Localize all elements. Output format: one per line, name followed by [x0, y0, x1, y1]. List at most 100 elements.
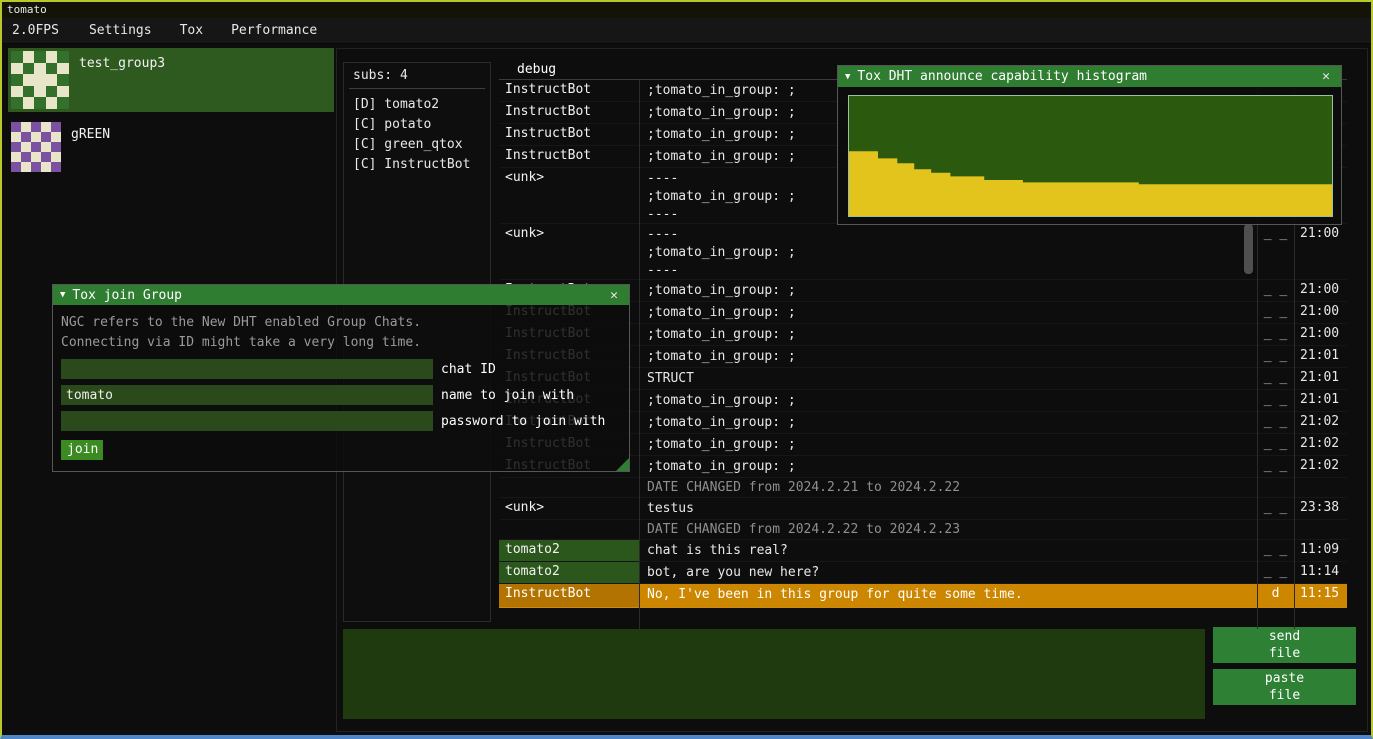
- paste-file-button[interactable]: paste file: [1213, 669, 1356, 705]
- join-field-row: name to join with: [61, 385, 621, 405]
- send-file-button[interactable]: send file: [1213, 627, 1356, 663]
- histogram-plot: [848, 95, 1333, 217]
- message-input[interactable]: [343, 629, 1205, 719]
- menu-item-tox[interactable]: Tox: [166, 18, 217, 43]
- histogram-window-titlebar[interactable]: ▼ Tox DHT announce capability histogram …: [838, 66, 1341, 87]
- delivery-flags: _ _: [1257, 368, 1294, 385]
- join-field-row: chat ID: [61, 359, 621, 379]
- window-title: tomato: [7, 3, 47, 16]
- sender-name: <unk>: [499, 168, 639, 223]
- field-label: name to join with: [441, 388, 574, 403]
- sender-name: InstructBot: [499, 146, 639, 167]
- chat-row[interactable]: <unk>----;tomato_in_group: ;----_ _21:00: [499, 224, 1347, 280]
- delivery-flags: _ _: [1257, 434, 1294, 451]
- group-avatar-icon: [11, 51, 69, 109]
- chat-row[interactable]: DATE CHANGED from 2024.2.22 to 2024.2.23: [499, 520, 1347, 540]
- message-text: ;tomato_in_group: ;: [639, 346, 1257, 367]
- delivery-flags: _ _: [1257, 302, 1294, 319]
- message-text: ;tomato_in_group: ;: [639, 390, 1257, 411]
- subs-header: subs: 4: [353, 68, 481, 83]
- menu-item-settings[interactable]: Settings: [75, 18, 166, 43]
- chat-row[interactable]: tomato2chat is this real?_ _11:09: [499, 540, 1347, 562]
- delivery-flags: _ _: [1257, 346, 1294, 363]
- os-titlebar[interactable]: tomato: [2, 2, 1371, 18]
- delivery-flags: d: [1257, 584, 1294, 601]
- chat-scrollbar-thumb[interactable]: [1244, 224, 1253, 274]
- timestamp: 21:00: [1294, 302, 1347, 319]
- join-description-line1: NGC refers to the New DHT enabled Group …: [61, 313, 621, 333]
- message-text: ;tomato_in_group: ;: [639, 434, 1257, 455]
- menubar: 2.0FPS SettingsToxPerformance: [2, 18, 1371, 44]
- group-list: test_group3 gREEN: [8, 48, 334, 190]
- message-text: ;tomato_in_group: ;: [639, 456, 1257, 477]
- delivery-flags: _ _: [1257, 540, 1294, 557]
- collapse-arrow-icon[interactable]: ▼: [845, 72, 850, 82]
- delivery-flags: _ _: [1257, 562, 1294, 579]
- timestamp: 21:01: [1294, 368, 1347, 385]
- join-fields: chat ID name to join with password to join…: [61, 359, 621, 431]
- member-list: [D] tomato2[C] potato[C] green_qtox[C] I…: [353, 95, 481, 175]
- member-item[interactable]: [D] tomato2: [353, 95, 481, 115]
- chat-row[interactable]: DATE CHANGED from 2024.2.21 to 2024.2.22: [499, 478, 1347, 498]
- message-text: STRUCT: [639, 368, 1257, 389]
- sender-name: InstructBot: [499, 584, 639, 607]
- delivery-flags: _ _: [1257, 390, 1294, 407]
- chat-row[interactable]: tomato2bot, are you new here?_ _11:14: [499, 562, 1347, 584]
- delivery-flags: _ _: [1257, 456, 1294, 473]
- timestamp: 21:00: [1294, 224, 1347, 241]
- delivery-flags: _ _: [1257, 498, 1294, 515]
- close-icon[interactable]: ✕: [1318, 69, 1334, 84]
- system-message: DATE CHANGED from 2024.2.21 to 2024.2.22: [639, 478, 1257, 497]
- sender-name: <unk>: [499, 224, 639, 279]
- chat-id-input[interactable]: [61, 359, 433, 379]
- timestamp: 21:01: [1294, 346, 1347, 363]
- resize-grip-icon[interactable]: [616, 458, 629, 471]
- histogram-window-title: Tox DHT announce capability histogram: [857, 69, 1318, 84]
- join-group-window: ▼ Tox join Group ✕ NGC refers to the New…: [52, 284, 630, 472]
- timestamp: 11:14: [1294, 562, 1347, 579]
- close-icon[interactable]: ✕: [606, 288, 622, 303]
- field-label: chat ID: [441, 362, 496, 377]
- delivery-flags: _ _: [1257, 412, 1294, 429]
- delivery-flags: _ _: [1257, 224, 1294, 241]
- name-to-join-with-input[interactable]: [61, 385, 433, 405]
- password-to-join-with-input[interactable]: [61, 411, 433, 431]
- chat-row[interactable]: InstructBotNo, I've been in this group f…: [499, 584, 1347, 608]
- menu-item-performance[interactable]: Performance: [217, 18, 331, 43]
- collapse-arrow-icon[interactable]: ▼: [60, 290, 65, 300]
- message-text: ;tomato_in_group: ;: [639, 302, 1257, 323]
- delivery-flags: _ _: [1257, 280, 1294, 297]
- subs-separator: [349, 88, 485, 89]
- sender-name: InstructBot: [499, 124, 639, 145]
- message-text: ;tomato_in_group: ;: [639, 324, 1257, 345]
- message-text: ----;tomato_in_group: ;----: [639, 224, 1257, 279]
- member-item[interactable]: [C] potato: [353, 115, 481, 135]
- histogram-area: [849, 151, 1332, 216]
- timestamp: 11:15: [1294, 584, 1347, 601]
- member-item[interactable]: [C] InstructBot: [353, 155, 481, 175]
- join-description-line2: Connecting via ID might take a very long…: [61, 333, 621, 353]
- column-separator-name: [639, 80, 640, 629]
- member-item[interactable]: [C] green_qtox: [353, 135, 481, 155]
- join-button[interactable]: join: [61, 440, 103, 460]
- sender-name: <unk>: [499, 498, 639, 519]
- timestamp: 21:02: [1294, 456, 1347, 473]
- join-window-titlebar[interactable]: ▼ Tox join Group ✕: [53, 285, 629, 305]
- join-window-title: Tox join Group: [72, 288, 606, 303]
- group-item-gREEN[interactable]: gREEN: [8, 119, 334, 183]
- app-window: tomato 2.0FPS SettingsToxPerformance tes…: [0, 0, 1373, 739]
- menubar-items: SettingsToxPerformance: [75, 18, 331, 43]
- message-text: ;tomato_in_group: ;: [639, 412, 1257, 433]
- tab-debug[interactable]: debug: [511, 61, 562, 79]
- group-name: gREEN: [71, 127, 110, 142]
- group-item-test_group3[interactable]: test_group3: [8, 48, 334, 112]
- chat-row[interactable]: <unk>testus_ _23:38: [499, 498, 1347, 520]
- timestamp: 21:00: [1294, 324, 1347, 341]
- message-text: chat is this real?: [639, 540, 1257, 561]
- sender-name: tomato2: [499, 562, 639, 583]
- sender-name: tomato2: [499, 540, 639, 561]
- join-field-row: password to join with: [61, 411, 621, 431]
- group-avatar-icon: [11, 122, 61, 172]
- timestamp: 21:02: [1294, 412, 1347, 429]
- message-text: No, I've been in this group for quite so…: [639, 584, 1257, 607]
